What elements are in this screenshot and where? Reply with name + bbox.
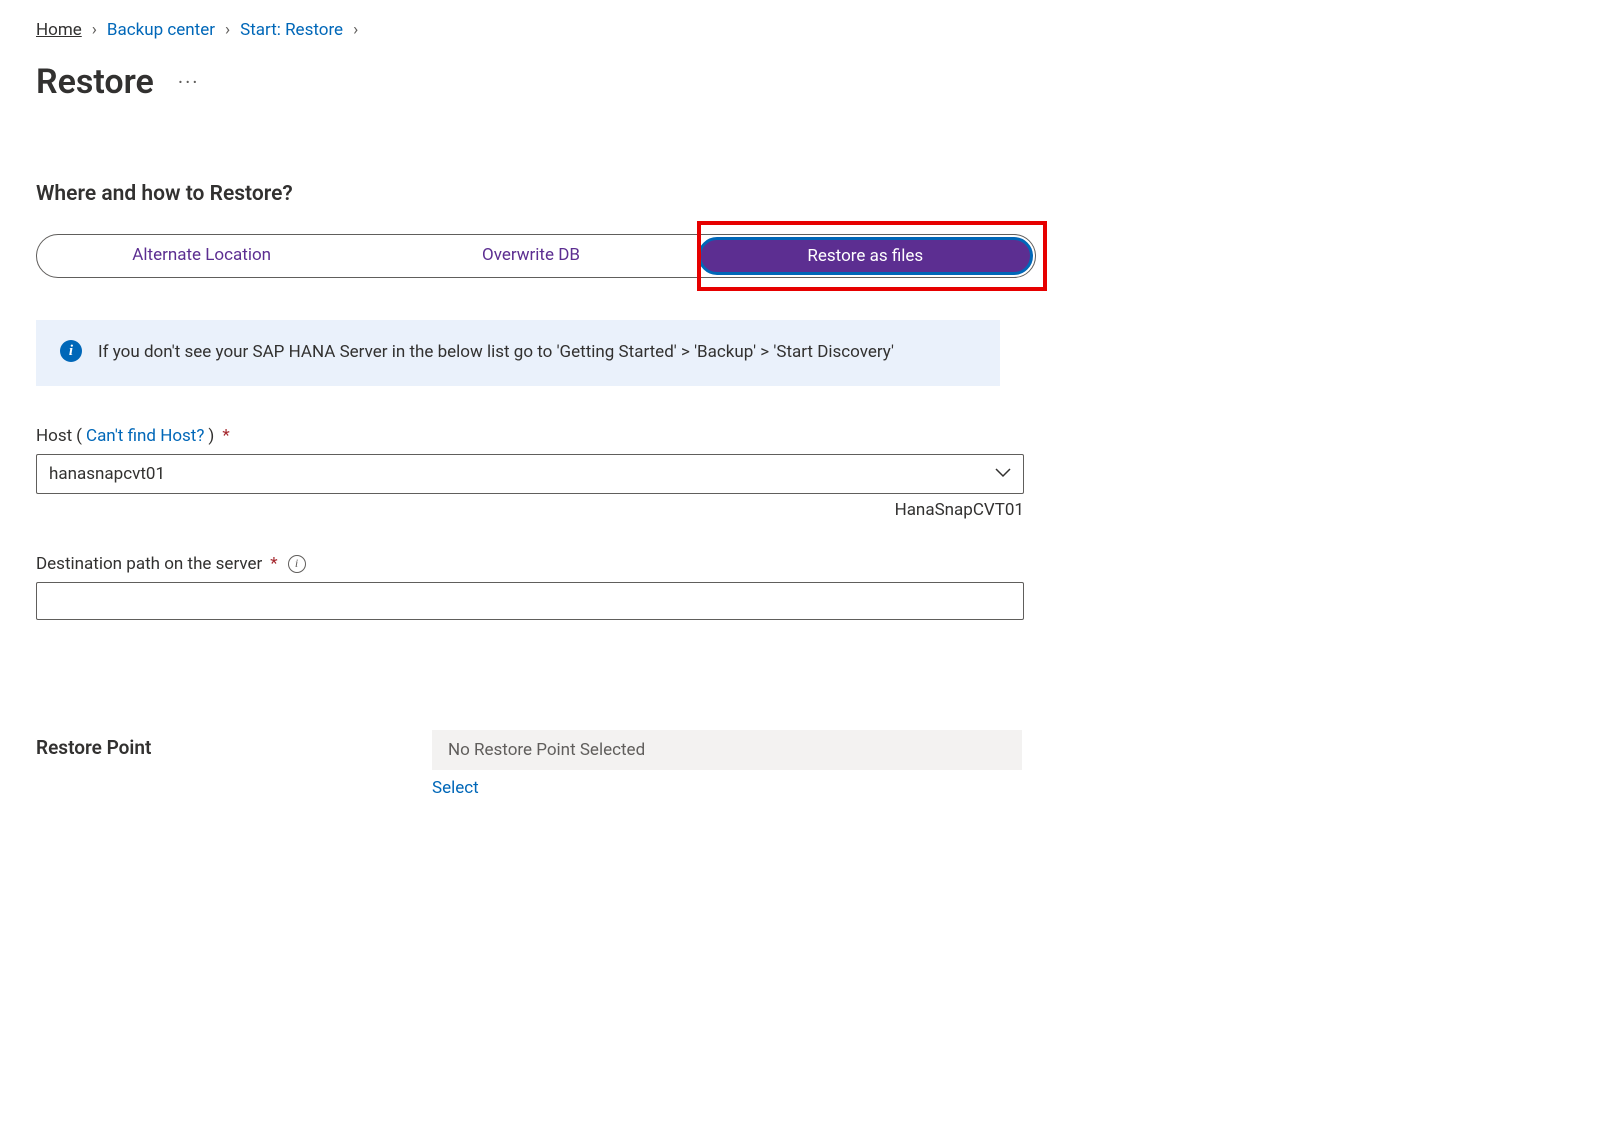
info-banner-text: If you don't see your SAP HANA Server in… — [98, 340, 894, 366]
breadcrumb-backup-center[interactable]: Backup center — [107, 20, 215, 40]
breadcrumb-home[interactable]: Home — [36, 20, 82, 40]
dest-path-input[interactable] — [36, 582, 1024, 620]
breadcrumb-start-restore[interactable]: Start: Restore — [240, 20, 343, 40]
info-banner: i If you don't see your SAP HANA Server … — [36, 320, 1000, 386]
required-star: * — [222, 426, 229, 446]
dest-path-field-block: Destination path on the server * i — [36, 554, 1562, 620]
restore-mode-pill-group: Alternate Location Overwrite DB Restore … — [36, 234, 1036, 278]
restore-point-value: No Restore Point Selected — [432, 730, 1022, 770]
dest-path-label-text: Destination path on the server — [36, 554, 262, 574]
required-star: * — [270, 554, 277, 574]
restore-point-select-link[interactable]: Select — [432, 778, 479, 798]
host-select-value: hanasnapcvt01 — [49, 464, 165, 484]
breadcrumb: Home › Backup center › Start: Restore › — [36, 20, 1562, 40]
host-select[interactable]: hanasnapcvt01 — [36, 454, 1024, 494]
dest-path-label: Destination path on the server * i — [36, 554, 1562, 574]
chevron-right-icon: › — [92, 20, 97, 40]
info-icon: i — [60, 340, 82, 362]
page-title-row: Restore ··· — [36, 62, 1562, 102]
host-helper-text: HanaSnapCVT01 — [36, 500, 1024, 520]
restore-point-value-col: No Restore Point Selected Select — [432, 730, 1562, 798]
more-icon[interactable]: ··· — [178, 70, 200, 94]
info-circle-icon[interactable]: i — [288, 555, 306, 573]
pill-overwrite-db[interactable]: Overwrite DB — [366, 235, 695, 277]
restore-point-row: Restore Point No Restore Point Selected … — [36, 730, 1562, 798]
chevron-right-icon: › — [225, 20, 230, 40]
section-heading: Where and how to Restore? — [36, 182, 1562, 206]
chevron-right-icon: › — [353, 20, 358, 40]
host-field-label: Host (Can't find Host?) * — [36, 426, 1562, 446]
host-label-prefix: Host — [36, 426, 72, 446]
cant-find-host-link[interactable]: Can't find Host? — [86, 426, 204, 446]
pill-restore-as-files[interactable]: Restore as files — [698, 237, 1033, 275]
restore-point-label: Restore Point — [36, 730, 432, 798]
pill-alternate-location[interactable]: Alternate Location — [37, 235, 366, 277]
host-field-block: Host (Can't find Host?) * hanasnapcvt01 … — [36, 426, 1562, 520]
page-title: Restore — [36, 62, 154, 102]
chevron-down-icon — [995, 466, 1011, 482]
